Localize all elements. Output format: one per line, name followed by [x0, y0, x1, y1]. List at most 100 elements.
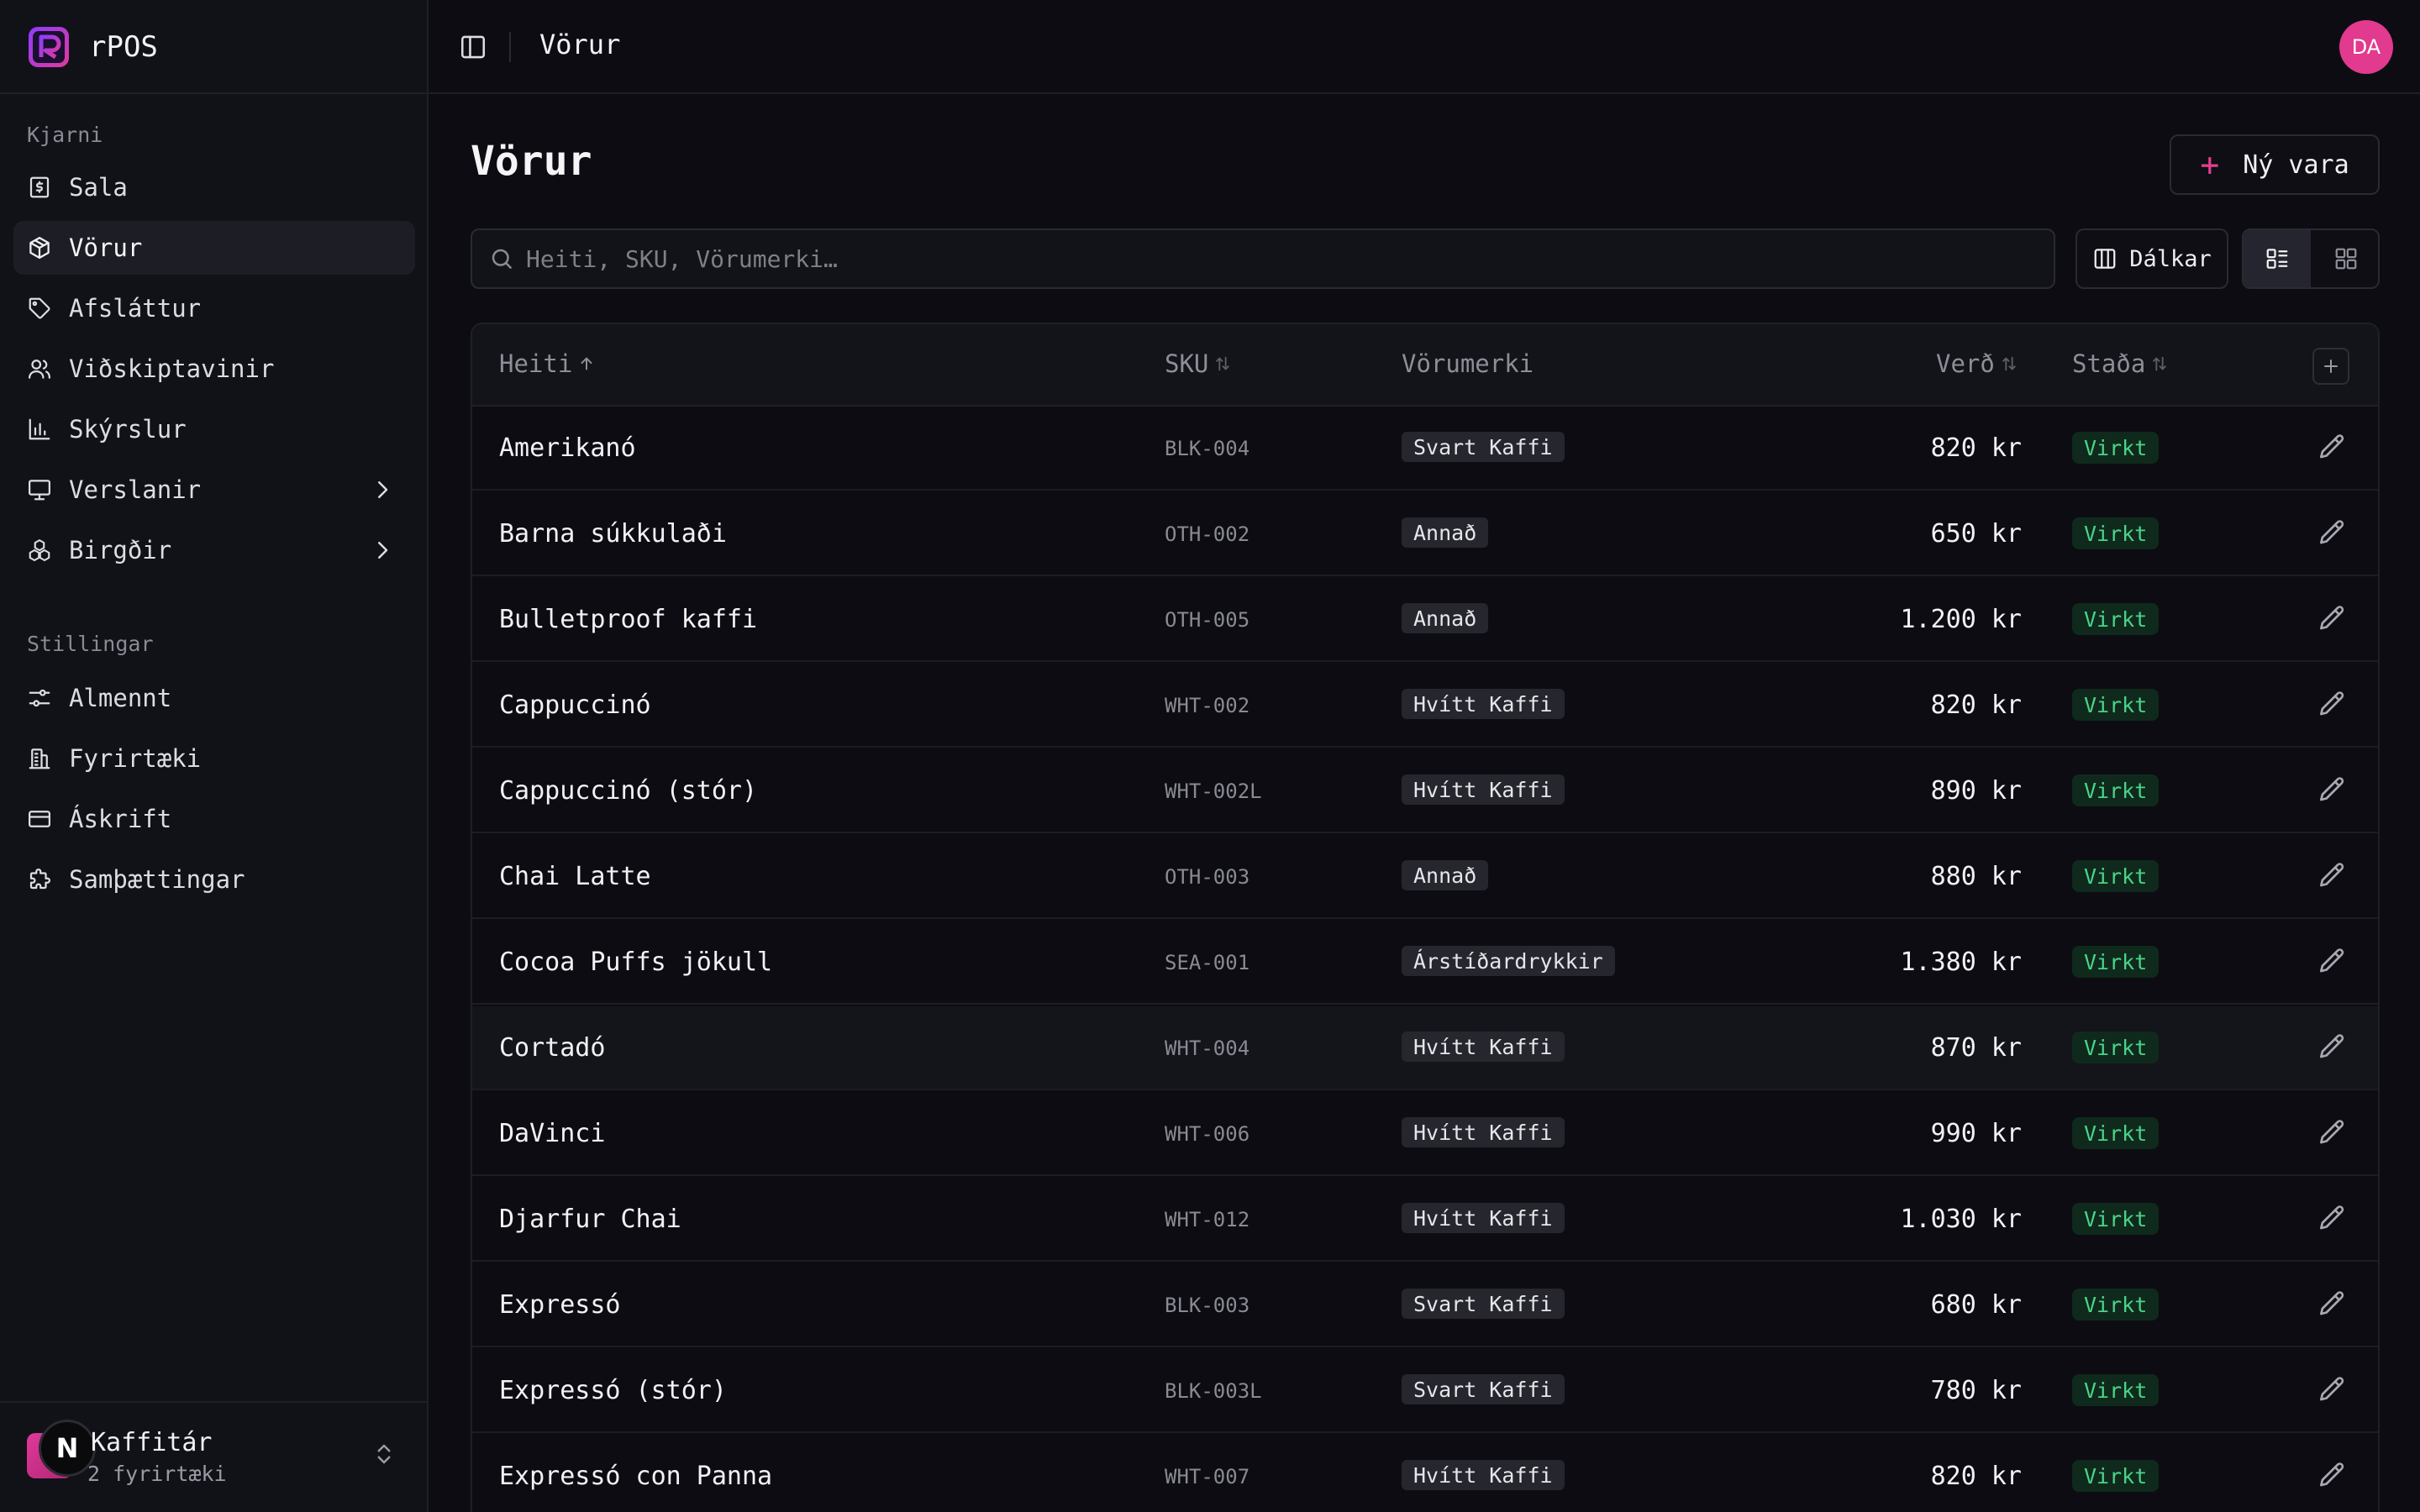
table-row[interactable]: Amerikanó BLK-004 Svart Kaffi 820 kr Virkt: [472, 407, 2378, 491]
sidebar-item-label: Áskrift: [69, 805, 172, 833]
edit-pencil-icon[interactable]: [2316, 774, 2348, 806]
brand-badge: Svart Kaffi: [1402, 1374, 1565, 1404]
package-icon: [29, 237, 50, 259]
column-header-label: SKU: [1165, 349, 1209, 378]
sidebar-item-vidskiptavinir[interactable]: Viðskiptavinir: [13, 342, 415, 396]
add-column-button[interactable]: [2312, 348, 2349, 385]
table-row[interactable]: Expressó (stór) BLK-003L Svart Kaffi 780 kr…: [472, 1349, 2378, 1433]
search-box[interactable]: [471, 228, 2055, 289]
edit-pencil-icon[interactable]: [2316, 603, 2348, 635]
column-header-label: Staða: [2072, 349, 2146, 378]
topbar-separator: [509, 32, 511, 62]
product-name: Expressó: [499, 1290, 621, 1320]
sidebar-item-fyrirtaeki[interactable]: Fyrirtæki: [13, 732, 415, 785]
edit-pencil-icon[interactable]: [2316, 1289, 2348, 1320]
new-product-button[interactable]: + Ný vara: [2170, 134, 2380, 195]
org-switcher[interactable]: N Kaffitár 2 fyrirtæki: [24, 1420, 405, 1490]
product-name: Expressó con Panna: [499, 1462, 773, 1491]
table-row[interactable]: Chai Latte OTH-003 Annað 880 kr Virkt: [472, 835, 2378, 919]
sidebar-item-vorur[interactable]: Vörur: [13, 221, 415, 275]
brand[interactable]: rPOS: [27, 24, 158, 71]
sidebar-item-sala[interactable]: Sala: [13, 160, 415, 214]
column-header-price[interactable]: Verð: [1936, 349, 2018, 378]
product-sku: WHT-002L: [1165, 780, 1262, 803]
receipt-dollar-icon: [29, 176, 50, 198]
plus-icon: +: [2200, 146, 2220, 183]
sidebar-section-core: Kjarni: [27, 123, 103, 147]
brand-badge: Annað: [1402, 603, 1489, 633]
sidebar-item-almennt[interactable]: Almennt: [13, 671, 415, 725]
table-row[interactable]: Barna súkkulaði OTH-002 Annað 650 kr Virkt: [472, 492, 2378, 576]
products-table: Heiti SKU Vörumerki Verð Staða Amerikanó…: [471, 323, 2380, 1512]
table-row[interactable]: DaVinci WHT-006 Hvítt Kaffi 990 kr Virkt: [472, 1092, 2378, 1176]
sidebar: rPOS Kjarni Sala Vörur Afsláttur Viðskip…: [0, 0, 429, 1512]
edit-pencil-icon[interactable]: [2316, 1460, 2348, 1492]
product-sku: BLK-004: [1165, 437, 1250, 460]
sidebar-item-samthaettingar[interactable]: Samþættingar: [13, 853, 415, 906]
brand-badge: Hvítt Kaffi: [1402, 1460, 1565, 1490]
product-price: 1.200 kr: [1900, 605, 2023, 634]
sidebar-divider: [0, 92, 429, 94]
sidebar-item-afslattur[interactable]: Afsláttur: [13, 281, 415, 335]
column-header-brand[interactable]: Vörumerki: [1402, 349, 1534, 378]
list-view-button[interactable]: [2244, 230, 2311, 287]
columns-label: Dálkar: [2129, 245, 2212, 272]
product-sku: SEA-001: [1165, 951, 1250, 974]
user-avatar[interactable]: DA: [2339, 20, 2393, 74]
brand-badge: Árstíðardrykkir: [1402, 946, 1615, 976]
column-header-status[interactable]: Staða: [2072, 349, 2169, 378]
table-row[interactable]: Expressó BLK-003 Svart Kaffi 680 kr Virkt: [472, 1263, 2378, 1347]
org-subtitle: 2 fyrirtæki: [87, 1462, 227, 1486]
table-row[interactable]: Bulletproof kaffi OTH-005 Annað 1.200 kr Vir…: [472, 578, 2378, 662]
edit-pencil-icon[interactable]: [2316, 1374, 2348, 1406]
sidebar-toggle-icon[interactable]: [459, 33, 487, 61]
sidebar-item-askrift[interactable]: Áskrift: [13, 792, 415, 846]
sidebar-section-settings: Stillingar: [27, 632, 154, 656]
brand-name: rPOS: [89, 30, 158, 64]
status-badge: Virkt: [2072, 517, 2160, 549]
arrow-up-icon: [581, 357, 592, 370]
product-sku: WHT-006: [1165, 1122, 1250, 1146]
product-price: 890 kr: [1930, 776, 2022, 806]
product-price: 880 kr: [1930, 862, 2022, 891]
edit-pencil-icon[interactable]: [2316, 1117, 2348, 1149]
sidebar-item-skyrslur[interactable]: Skýrslur: [13, 402, 415, 456]
edit-pencil-icon[interactable]: [2316, 1203, 2348, 1235]
sliders-icon: [29, 689, 50, 707]
building-icon: [29, 748, 50, 769]
product-name: Chai Latte: [499, 862, 651, 891]
columns-button[interactable]: Dálkar: [2075, 228, 2228, 289]
edit-pencil-icon[interactable]: [2316, 689, 2348, 721]
edit-pencil-icon[interactable]: [2316, 432, 2348, 464]
product-sku: OTH-002: [1165, 522, 1250, 546]
table-row[interactable]: Cappuccinó (stór) WHT-002L Hvítt Kaffi 890 …: [472, 749, 2378, 833]
sidebar-item-verslanir[interactable]: Verslanir: [13, 463, 415, 517]
chevron-right-icon: [378, 481, 388, 498]
table-row[interactable]: Cappuccinó WHT-002 Hvítt Kaffi 820 kr Virkt: [472, 664, 2378, 748]
brand-badge: Hvítt Kaffi: [1402, 774, 1565, 805]
status-badge: Virkt: [2072, 1203, 2160, 1235]
brand-badge: Svart Kaffi: [1402, 1289, 1565, 1319]
search-input[interactable]: [526, 244, 2022, 273]
edit-pencil-icon[interactable]: [2316, 946, 2348, 978]
product-sku: BLK-003: [1165, 1294, 1250, 1317]
puzzle-icon: [29, 869, 50, 890]
tag-icon: [29, 297, 50, 319]
column-header-label: Heiti: [499, 349, 573, 378]
table-row[interactable]: Expressó con Panna WHT-007 Hvítt Kaffi 820 …: [472, 1435, 2378, 1512]
grid-view-button[interactable]: [2312, 230, 2378, 287]
table-row[interactable]: Djarfur Chai WHT-012 Hvítt Kaffi 1.030 kr Vi…: [472, 1178, 2378, 1262]
bar-chart-icon: [29, 418, 50, 440]
edit-pencil-icon[interactable]: [2316, 517, 2348, 549]
column-header-name[interactable]: Heiti: [499, 349, 596, 378]
table-row[interactable]: Cocoa Puffs jökull SEA-001 Árstíðardrykkir…: [472, 921, 2378, 1005]
column-header-sku[interactable]: SKU: [1165, 349, 1232, 378]
edit-pencil-icon[interactable]: [2316, 1032, 2348, 1063]
sidebar-item-birgdir[interactable]: Birgðir: [13, 523, 415, 577]
edit-pencil-icon[interactable]: [2316, 860, 2348, 892]
sidebar-item-label: Afsláttur: [69, 294, 202, 323]
table-row[interactable]: Cortadó WHT-004 Hvítt Kaffi 870 kr Virkt: [472, 1006, 2378, 1090]
product-price: 820 kr: [1930, 1462, 2022, 1491]
product-name: Cappuccinó: [499, 690, 651, 720]
org-name: Kaffitár: [91, 1428, 213, 1457]
